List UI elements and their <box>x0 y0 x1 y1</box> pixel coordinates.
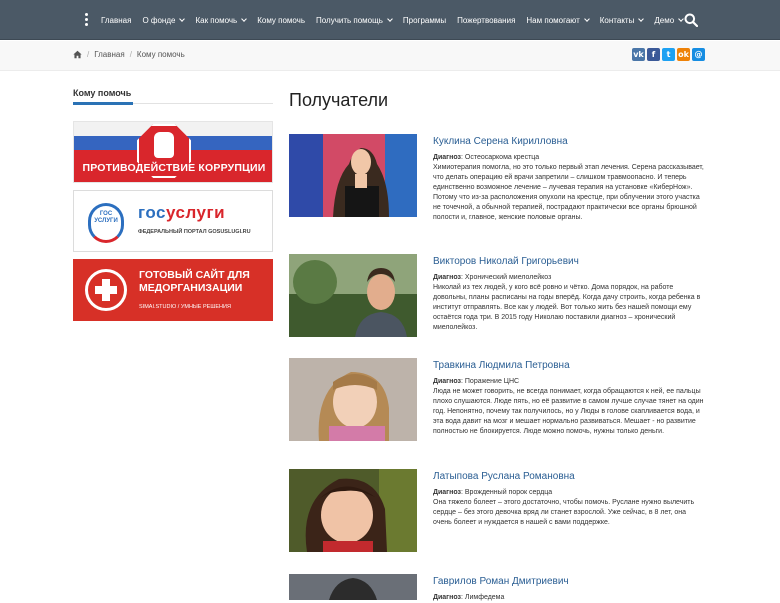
vk-icon[interactable]: vk <box>632 48 645 61</box>
gosuslugi-title: госуслуги <box>138 203 226 222</box>
anti-corruption-banner[interactable]: ПРОТИВОДЕЙСТВИЕ КОРРУПЦИИ <box>73 121 273 183</box>
gosuslugi-badge-text: ГОС УСЛУГИ <box>94 211 118 224</box>
diagnosis-label: Диагноз <box>433 378 461 385</box>
recipient-name[interactable]: Травкина Людмила Петровна <box>433 360 570 371</box>
main-menu: Главная О фонде Как помочь Кому помочь П… <box>101 0 694 40</box>
breadcrumb-current: Кому помочь <box>136 50 185 59</box>
recipient-description: Диагноз: Врожденный порок сердца Она тяж… <box>433 489 695 526</box>
chevron-down-icon <box>179 16 186 22</box>
recipient-item: Гаврилов Роман Дмитриевич Диагноз: Лимфе… <box>289 574 709 601</box>
chevron-down-icon <box>583 16 590 22</box>
recipient-photo[interactable] <box>289 574 417 600</box>
gosuslugi-banner[interactable]: ГОС УСЛУГИ госуслуги ФЕДЕРАЛЬНЫЙ ПОРТАЛ … <box>73 190 273 252</box>
anti-corruption-text: ПРОТИВОДЕЙСТВИЕ КОРРУПЦИИ <box>82 162 266 174</box>
diagnosis-label: Диагноз <box>433 274 461 281</box>
nav-item-get-help[interactable]: Получить помощь <box>316 16 393 25</box>
nav-item-donations[interactable]: Пожертвования <box>457 16 515 25</box>
nav-item-home[interactable]: Главная <box>101 16 131 25</box>
recipient-name[interactable]: Гаврилов Роман Дмитриевич <box>433 576 569 587</box>
recipient-story: Николай из тех людей, у кого всё ровно и… <box>433 284 701 331</box>
share-buttons: vk f t ok @ <box>630 48 705 61</box>
recipient-item: Викторов Николай Григорьевич Диагноз: Хр… <box>289 254 709 344</box>
recipient-description: Диагноз: Поражение ЦНС Люда не может гов… <box>433 378 704 435</box>
med-site-banner[interactable]: ГОТОВЫЙ САЙТ ДЛЯ МЕДОРГАНИЗАЦИИ SIMAI.STU… <box>73 259 273 321</box>
recipient-story: Люда не может говорить, не всегда понима… <box>433 388 704 435</box>
nav-item-how-to-help[interactable]: Как помочь <box>195 16 248 25</box>
recipient-photo[interactable] <box>289 254 417 337</box>
chevron-down-icon <box>387 16 393 22</box>
recipient-story: Химиотерапия помогла, но это только перв… <box>433 164 704 221</box>
diagnosis-label: Диагноз <box>433 489 461 496</box>
breadcrumb: / Главная / Кому помочь <box>73 50 185 59</box>
page-title: Получатели <box>289 90 389 110</box>
sidebar-title: Кому помочь <box>73 88 132 98</box>
diagnosis-label: Диагноз <box>433 154 461 161</box>
med-site-subtitle: SIMAI.STUDIO / УМНЫЕ РЕШЕНИЯ <box>139 304 231 310</box>
chevron-down-icon <box>638 16 645 22</box>
nav-item-who-to-help[interactable]: Кому помочь <box>257 16 305 25</box>
nav-item-programs[interactable]: Программы <box>403 16 446 25</box>
nav-item-contacts[interactable]: Контакты <box>600 16 645 25</box>
recipient-item: Травкина Людмила Петровна Диагноз: Пораж… <box>289 358 709 453</box>
recipient-item: Латыпова Руслана Романовна Диагноз: Врож… <box>289 469 709 559</box>
twitter-icon[interactable]: t <box>662 48 675 61</box>
recipient-photo[interactable] <box>289 134 417 217</box>
top-navbar: Главная О фонде Как помочь Кому помочь П… <box>0 0 780 40</box>
recipient-photo[interactable] <box>289 469 417 552</box>
chevron-down-icon <box>241 16 248 22</box>
nav-item-about[interactable]: О фонде <box>142 16 186 25</box>
search-icon[interactable] <box>684 13 698 27</box>
recipient-item: Куклина Серена Кирилловна Диагноз: Остео… <box>289 134 709 224</box>
recipient-story: Она тяжело болеет – этого достаточно, чт… <box>433 499 695 526</box>
recipient-description: Диагноз: Остеосаркома крестца Химиотерап… <box>433 154 704 221</box>
nav-item-partners[interactable]: Нам помогают <box>526 16 590 25</box>
breadcrumb-bar: / Главная / Кому помочь vk f t ok @ <box>0 41 780 71</box>
recipient-name[interactable]: Латыпова Руслана Романовна <box>433 471 575 482</box>
recipient-description: Диагноз: Хронический миелолейкоз Николай… <box>433 274 701 331</box>
menu-dots-icon[interactable] <box>84 13 90 27</box>
nav-item-demo[interactable]: Демо <box>654 16 684 25</box>
facebook-icon[interactable]: f <box>647 48 660 61</box>
recipient-name[interactable]: Викторов Николай Григорьевич <box>433 256 579 267</box>
breadcrumb-home-link[interactable]: Главная <box>94 50 124 59</box>
med-site-title: ГОТОВЫЙ САЙТ ДЛЯ МЕДОРГАНИЗАЦИИ <box>139 269 250 294</box>
home-icon[interactable] <box>73 50 82 59</box>
hand-icon <box>154 132 174 158</box>
gosuslugi-subtitle: ФЕДЕРАЛЬНЫЙ ПОРТАЛ GOSUSLUGI.RU <box>138 229 251 235</box>
recipient-photo[interactable] <box>289 358 417 441</box>
moimir-icon[interactable]: @ <box>692 48 705 61</box>
recipient-description: Диагноз: Лимфедема <box>433 594 505 601</box>
odnoklassniki-icon[interactable]: ok <box>677 48 690 61</box>
recipient-name[interactable]: Куклина Серена Кирилловна <box>433 136 568 147</box>
sidebar-divider-accent <box>73 102 133 105</box>
